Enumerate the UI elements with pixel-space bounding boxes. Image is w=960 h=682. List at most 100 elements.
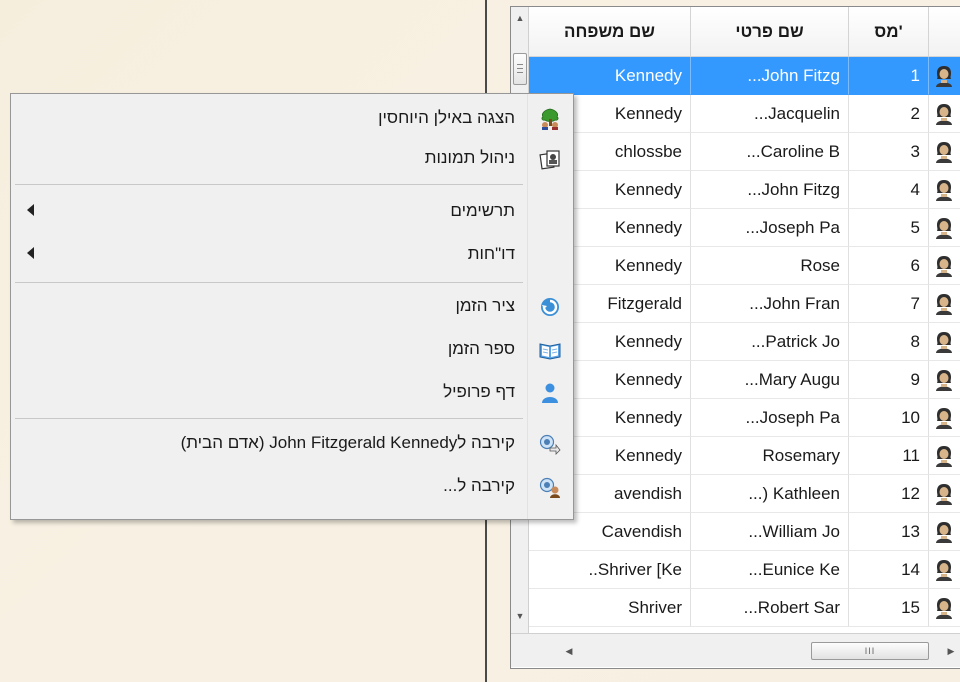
menu-item-label: דו"חות xyxy=(467,244,515,263)
scroll-right-arrow-icon[interactable]: ▶ xyxy=(943,642,959,660)
table-row[interactable]: Kennedy ...Joseph Pa 10 xyxy=(529,399,960,437)
cell-number[interactable]: 2 xyxy=(849,95,929,133)
cell-given-name[interactable]: Rosemary xyxy=(691,437,849,475)
cell-given-name[interactable]: ...Eunice Ke xyxy=(691,551,849,589)
cell-person-icon[interactable] xyxy=(929,285,960,323)
cell-given-name[interactable]: ...Robert Sar xyxy=(691,589,849,627)
cell-given-name[interactable]: ...Caroline B xyxy=(691,133,849,171)
timeline-icon xyxy=(541,298,559,316)
table-row[interactable]: chlossbe ...Caroline B3 xyxy=(529,133,960,171)
cell-number[interactable]: 11 xyxy=(849,437,929,475)
cell-number[interactable]: 3 xyxy=(849,133,929,171)
cell-given-name[interactable]: ...John Fitzg xyxy=(691,171,849,209)
menu-item-relationship-to[interactable]: קירבה ל... xyxy=(11,467,573,505)
column-header-given-name[interactable]: שם פרטי xyxy=(691,7,849,57)
cell-person-icon[interactable] xyxy=(929,551,960,589)
scroll-left-arrow-icon[interactable]: ◀ xyxy=(561,642,577,660)
cell-person-icon[interactable] xyxy=(929,133,960,171)
cell-person-icon[interactable] xyxy=(929,171,960,209)
table-row[interactable]: Kennedy Rose 6 xyxy=(529,247,960,285)
person-row-icon xyxy=(936,218,952,239)
table-row[interactable]: avendish...) Kathleen 12 xyxy=(529,475,960,513)
table-row[interactable]: ..Shriver [Ke ...Eunice Ke 14 xyxy=(529,551,960,589)
cell-person-icon[interactable] xyxy=(929,513,960,551)
person-row-icon xyxy=(936,408,952,429)
cell-number[interactable]: 9 xyxy=(849,361,929,399)
cell-person-icon[interactable] xyxy=(929,399,960,437)
cell-number[interactable]: 10 xyxy=(849,399,929,437)
cell-number[interactable]: 8 xyxy=(849,323,929,361)
cell-number[interactable]: 14 xyxy=(849,551,929,589)
person-row-icon xyxy=(936,294,952,315)
person-row-icon xyxy=(936,104,952,125)
cell-surname[interactable]: Kennedy xyxy=(529,57,691,95)
people-grid[interactable]: ▲ ▼ שם משפחה שם פרטי מס' Kennedy ...John … xyxy=(510,6,960,669)
menu-item-manage-photos[interactable]: ניהול תמונות xyxy=(11,139,573,177)
person-row-icon xyxy=(936,66,952,87)
cell-given-name[interactable]: Rose xyxy=(691,247,849,285)
cell-given-name[interactable]: ...William Jo xyxy=(691,513,849,551)
menu-item-label: ניהול תמונות xyxy=(424,148,515,167)
column-header-surname[interactable]: שם משפחה xyxy=(529,7,691,57)
cell-number[interactable]: 5 xyxy=(849,209,929,247)
cell-person-icon[interactable] xyxy=(929,323,960,361)
table-row[interactable]: Kennedy ...John Fitzg 1 xyxy=(529,57,960,95)
cell-number[interactable]: 15 xyxy=(849,589,929,627)
column-header-number[interactable]: מס' xyxy=(849,7,929,57)
cell-given-name[interactable]: ...Joseph Pa xyxy=(691,399,849,437)
table-row[interactable]: Fitzgerald ...John Fran 7 xyxy=(529,285,960,323)
cell-person-icon[interactable] xyxy=(929,589,960,627)
cell-given-name[interactable]: ...Joseph Pa xyxy=(691,209,849,247)
person-row-icon xyxy=(936,560,952,581)
cell-person-icon[interactable] xyxy=(929,209,960,247)
menu-separator xyxy=(15,282,523,283)
cell-given-name[interactable]: ...John Fitzg xyxy=(691,57,849,95)
horizontal-scroll-thumb[interactable]: III xyxy=(811,642,929,660)
table-row[interactable]: Kennedy Rosemary 11 xyxy=(529,437,960,475)
cell-number[interactable]: 4 xyxy=(849,171,929,209)
menu-item-relationship-to-home-person[interactable]: קירבה לJohn Fitzgerald Kennedy (אדם הבית… xyxy=(11,424,573,462)
menu-item-profile-page[interactable]: דף פרופיל xyxy=(11,373,573,411)
scroll-down-arrow-icon[interactable]: ▼ xyxy=(511,607,529,625)
person-row-icon xyxy=(936,180,952,201)
menu-item-show-in-tree[interactable]: הצגה באילן היוחסין xyxy=(11,99,573,137)
cell-number[interactable]: 13 xyxy=(849,513,929,551)
cell-given-name[interactable]: ...Jacquelin xyxy=(691,95,849,133)
grid-header: שם משפחה שם פרטי מס' xyxy=(529,7,960,57)
cell-person-icon[interactable] xyxy=(929,247,960,285)
menu-item-timeline[interactable]: ציר הזמן xyxy=(11,287,573,325)
cell-person-icon[interactable] xyxy=(929,57,960,95)
cell-given-name[interactable]: ...John Fran xyxy=(691,285,849,323)
person-row-icon xyxy=(936,256,952,277)
table-row[interactable]: Kennedy ...Patrick Jo 8 xyxy=(529,323,960,361)
table-row[interactable]: Kennedy ...Jacquelin 2 xyxy=(529,95,960,133)
cell-number[interactable]: 6 xyxy=(849,247,929,285)
table-row[interactable]: Kennedy ...John Fitzg 4 xyxy=(529,171,960,209)
cell-person-icon[interactable] xyxy=(929,475,960,513)
menu-item-reports[interactable]: דו"חות xyxy=(11,235,573,273)
horizontal-scrollbar[interactable]: ◀ III ▶ xyxy=(511,633,960,667)
person-row-icon xyxy=(936,598,952,619)
cell-number[interactable]: 7 xyxy=(849,285,929,323)
cell-given-name[interactable]: ...Patrick Jo xyxy=(691,323,849,361)
cell-surname[interactable]: ..Shriver [Ke xyxy=(529,551,691,589)
table-row[interactable]: Kennedy ...Joseph Pa 5 xyxy=(529,209,960,247)
scroll-up-arrow-icon[interactable]: ▲ xyxy=(511,9,529,27)
cell-given-name[interactable]: ...) Kathleen xyxy=(691,475,849,513)
menu-item-time-book[interactable]: ספר הזמן xyxy=(11,330,573,368)
cell-number[interactable]: 12 xyxy=(849,475,929,513)
cell-given-name[interactable]: ...Mary Augu xyxy=(691,361,849,399)
vertical-scroll-thumb[interactable] xyxy=(513,53,527,85)
person-icon xyxy=(542,383,558,403)
table-row[interactable]: Kennedy ...Mary Augu 9 xyxy=(529,361,960,399)
cell-person-icon[interactable] xyxy=(929,361,960,399)
table-row[interactable]: Cavendish ...William Jo 13 xyxy=(529,513,960,551)
cell-person-icon[interactable] xyxy=(929,95,960,133)
cell-number[interactable]: 1 xyxy=(849,57,929,95)
book-icon xyxy=(539,343,561,360)
person-row-icon xyxy=(936,484,952,505)
table-row[interactable]: Shriver ...Robert Sar 15 xyxy=(529,589,960,627)
cell-person-icon[interactable] xyxy=(929,437,960,475)
menu-item-charts[interactable]: תרשימים xyxy=(11,192,573,230)
cell-surname[interactable]: Shriver xyxy=(529,589,691,627)
